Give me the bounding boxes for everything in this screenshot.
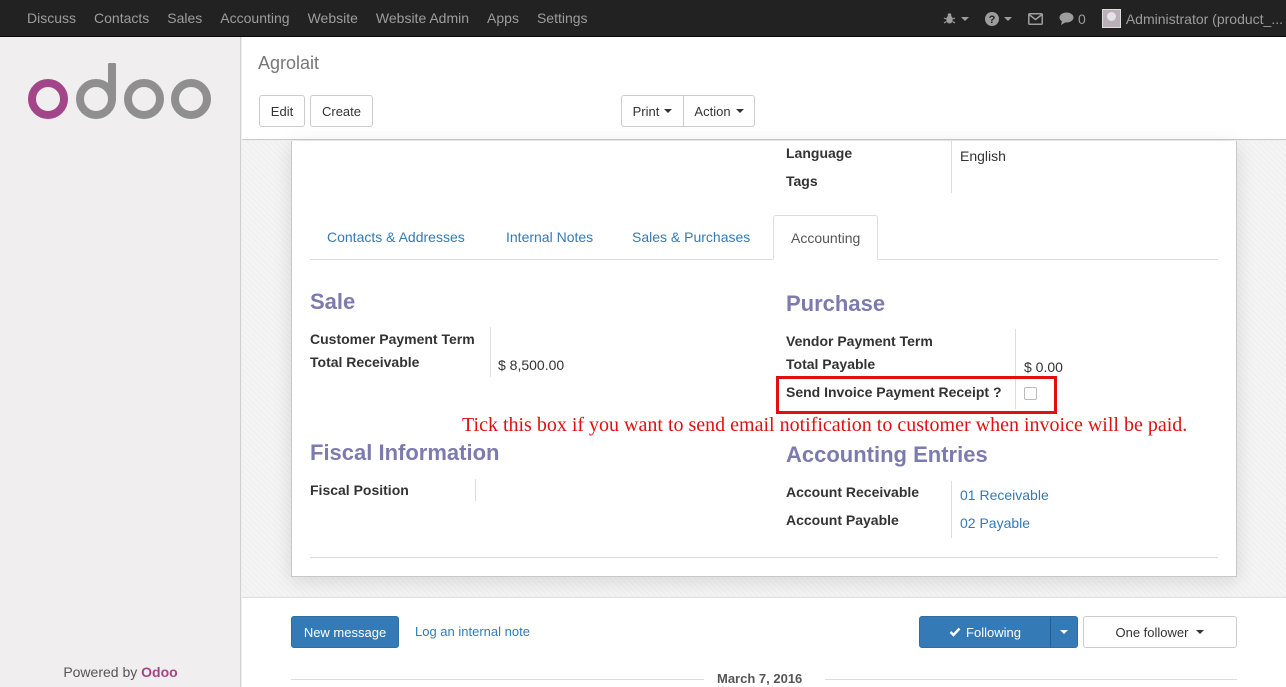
purchase-title: Purchase: [786, 291, 886, 316]
tab-sales-purchases[interactable]: Sales & Purchases: [615, 215, 767, 260]
help-menu[interactable]: ?: [977, 0, 1020, 37]
user-name: Administrator (product_...: [1125, 10, 1283, 27]
breadcrumb[interactable]: Agrolait: [258, 53, 319, 74]
vendor-payment-term-label: Vendor Payment Term: [786, 333, 933, 349]
chevron-down-icon: [1060, 630, 1068, 634]
powered-by: Powered by Odoo: [0, 664, 241, 680]
field-separator: [490, 327, 491, 377]
followers-label: One follower: [1115, 624, 1189, 640]
odoo-link[interactable]: Odoo: [141, 664, 178, 680]
total-payable-value: $ 0.00: [1024, 359, 1063, 375]
divider: [291, 679, 704, 680]
chevron-down-icon: [1196, 630, 1205, 634]
action-dropdown[interactable]: Action: [683, 95, 755, 127]
account-receivable-link[interactable]: 01 Receivable: [960, 487, 1049, 503]
account-payable-label: Account Payable: [786, 512, 899, 528]
check-icon: [949, 627, 961, 637]
notebook-tabs: Contacts & Addresses Internal Notes Sale…: [310, 215, 1218, 260]
sidebar: Powered by Odoo: [0, 37, 241, 687]
menu-contacts[interactable]: Contacts: [85, 0, 158, 37]
app-menu: Discuss Contacts Sales Accounting Websit…: [18, 0, 597, 37]
following-button[interactable]: Following: [919, 616, 1051, 648]
form-view: Language English Tags Contacts & Address…: [242, 141, 1286, 596]
total-payable-label: Total Payable: [786, 356, 876, 372]
mail-button[interactable]: [1020, 0, 1051, 37]
menu-discuss[interactable]: Discuss: [18, 0, 85, 37]
action-label: Action: [694, 103, 731, 119]
chevron-down-icon: [664, 109, 673, 113]
annotation-text: Tick this box if you want to send email …: [462, 414, 1188, 436]
account-receivable-label: Account Receivable: [786, 484, 920, 500]
avatar: [1101, 9, 1121, 28]
divider: [825, 679, 1237, 680]
tab-internal-notes[interactable]: Internal Notes: [489, 215, 610, 260]
followers-dropdown[interactable]: One follower: [1083, 616, 1237, 648]
menu-apps[interactable]: Apps: [478, 0, 528, 37]
print-label: Print: [632, 103, 660, 119]
create-button[interactable]: Create: [310, 95, 373, 127]
systray: ? 0 Administrator (product_...: [935, 0, 1286, 37]
tab-contacts-addresses[interactable]: Contacts & Addresses: [310, 215, 482, 260]
menu-settings[interactable]: Settings: [528, 0, 597, 37]
tab-accounting[interactable]: Accounting: [773, 215, 879, 260]
user-menu[interactable]: Administrator (product_...: [1094, 0, 1286, 37]
fiscal-position-label: Fiscal Position: [310, 482, 409, 498]
menu-accounting[interactable]: Accounting: [211, 0, 298, 37]
powered-by-text: Powered by: [63, 664, 138, 680]
chevron-down-icon: [1004, 16, 1013, 21]
chevron-down-icon: [735, 109, 744, 113]
envelope-icon: [1028, 12, 1044, 25]
debug-menu[interactable]: [935, 0, 977, 37]
fiscal-information-title: Fiscal Information: [310, 440, 500, 465]
menu-website-admin[interactable]: Website Admin: [367, 0, 478, 37]
edit-button[interactable]: Edit: [259, 95, 305, 127]
field-separator: [951, 481, 952, 538]
account-payable-link[interactable]: 02 Payable: [960, 515, 1030, 531]
comments-icon: [1059, 12, 1074, 25]
total-receivable-label: Total Receivable: [310, 354, 420, 370]
following-label: Following: [966, 624, 1021, 640]
sale-title: Sale: [310, 289, 356, 314]
total-receivable-value: $ 8,500.00: [498, 357, 565, 373]
customer-payment-term-label: Customer Payment Term: [310, 331, 475, 347]
language-field[interactable]: English: [960, 148, 1006, 164]
bug-icon: [943, 13, 956, 24]
highlight-box: [776, 376, 1057, 414]
top-navbar: Discuss Contacts Sales Accounting Websit…: [0, 0, 1286, 37]
tags-label: Tags: [786, 173, 818, 189]
menu-website[interactable]: Website: [299, 0, 367, 37]
chevron-down-icon: [961, 16, 970, 21]
messages-button[interactable]: 0: [1051, 0, 1094, 37]
field-separator: [951, 141, 952, 193]
field-separator: [475, 479, 476, 501]
date-separator: March 7, 2016: [717, 671, 803, 686]
odoo-logo: [28, 63, 211, 119]
divider: [310, 557, 1218, 558]
language-label: Language: [786, 145, 853, 161]
print-dropdown[interactable]: Print: [621, 95, 684, 127]
following-dropdown[interactable]: [1050, 616, 1078, 648]
question-icon: ?: [985, 11, 1000, 26]
control-panel: Agrolait Edit Create Print Action: [242, 37, 1286, 140]
form-sheet: Language English Tags Contacts & Address…: [291, 141, 1237, 577]
new-message-button[interactable]: New message: [291, 616, 399, 648]
menu-sales[interactable]: Sales: [158, 0, 211, 37]
log-note-link[interactable]: Log an internal note: [415, 624, 530, 639]
message-count: 0: [1078, 10, 1086, 27]
svg-text:?: ?: [989, 14, 996, 26]
accounting-entries-title: Accounting Entries: [786, 442, 988, 467]
chatter: New message Log an internal note Followi…: [242, 597, 1286, 687]
